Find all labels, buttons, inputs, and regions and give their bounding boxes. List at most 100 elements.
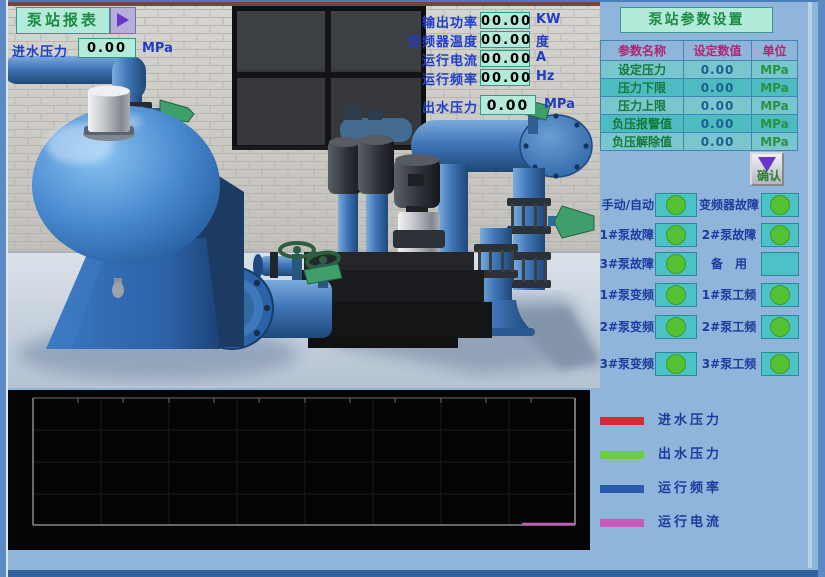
indicator-label-pump2-vfd: 2#泵变频 bbox=[594, 315, 654, 339]
col-header-name: 参数名称 bbox=[601, 41, 684, 61]
indicator-label-spare: 备 用 bbox=[698, 252, 760, 276]
param-value-input[interactable]: 0.00 bbox=[684, 133, 752, 151]
status-lamp bbox=[666, 354, 686, 374]
tank-top-cylinder bbox=[83, 86, 135, 142]
param-name: 设定压力 bbox=[601, 61, 684, 79]
param-name: 负压解除值 bbox=[601, 133, 684, 151]
trend-chart bbox=[8, 390, 590, 550]
outlet-pressure-unit: MPa bbox=[544, 97, 575, 112]
indicator-label-pump1-fault: 1#泵故障 bbox=[594, 223, 654, 247]
output-power-label: 输出功率 bbox=[338, 12, 478, 31]
param-unit: MPa bbox=[752, 133, 798, 151]
status-lamp bbox=[770, 225, 790, 245]
legend-label: 出水压力 bbox=[658, 446, 722, 464]
status-lamp bbox=[666, 254, 686, 274]
indicator-lamp-vfd-fault bbox=[761, 193, 799, 217]
param-unit: MPa bbox=[752, 79, 798, 97]
status-lamp bbox=[770, 285, 790, 305]
indicator-lamp-pump1-mains bbox=[761, 283, 799, 307]
settings-title: 泵站参数设置 bbox=[620, 7, 773, 33]
confirm-button-label: 确认 bbox=[757, 167, 781, 184]
indicator-lamp-spare bbox=[761, 252, 799, 276]
frame-border-left bbox=[0, 0, 8, 577]
run-frequency-value: 00.00 bbox=[480, 69, 530, 86]
indicator-label-pump2-mains: 2#泵工频 bbox=[698, 315, 760, 339]
output-power-unit: KW bbox=[536, 12, 560, 27]
indicator-lamp-pump2-vfd bbox=[655, 315, 697, 339]
status-lamp bbox=[666, 195, 686, 215]
inverter-temp-label: 变频器温度 bbox=[338, 31, 478, 50]
play-right-icon bbox=[117, 13, 129, 27]
col-header-value: 设定数值 bbox=[684, 41, 752, 61]
inverter-temp-unit: 度 bbox=[536, 31, 549, 50]
run-current-unit: A bbox=[536, 50, 546, 65]
indicator-lamp-pump3-mains bbox=[761, 352, 799, 376]
param-value-input[interactable]: 0.00 bbox=[684, 115, 752, 133]
legend-color-run-current bbox=[600, 519, 644, 527]
param-value-input[interactable]: 0.00 bbox=[684, 61, 752, 79]
status-lamp bbox=[666, 285, 686, 305]
indicator-lamp-pump1-vfd bbox=[655, 283, 697, 307]
indicator-label-pump2-fault: 2#泵故障 bbox=[698, 223, 760, 247]
parameter-table: 参数名称 设定数值 单位 设定压力 0.00 MPa 压力下限 0.00 MPa… bbox=[600, 40, 798, 151]
indicator-label-pump3-mains: 3#泵工频 bbox=[698, 352, 760, 376]
output-power-value: 00.00 bbox=[480, 12, 530, 29]
chart-grid bbox=[33, 398, 575, 525]
indicator-label-auto-manual: 手动/自动 bbox=[594, 193, 654, 217]
legend-label: 运行频率 bbox=[658, 480, 722, 498]
run-frequency-label: 运行频率 bbox=[338, 69, 478, 88]
run-current-label: 运行电流 bbox=[338, 50, 478, 69]
param-name: 负压报警值 bbox=[601, 115, 684, 133]
outlet-pressure-value: 0.00 bbox=[480, 95, 536, 115]
report-button[interactable]: 泵站报表 bbox=[16, 7, 110, 34]
run-frequency-unit: Hz bbox=[536, 69, 554, 84]
param-value-input[interactable]: 0.00 bbox=[684, 97, 752, 115]
legend-label: 运行电流 bbox=[658, 514, 722, 532]
table-row: 负压报警值 0.00 MPa bbox=[601, 115, 798, 133]
run-current-value: 00.00 bbox=[480, 50, 530, 67]
trend-chart-plot bbox=[8, 390, 590, 550]
report-arrow-button[interactable] bbox=[110, 7, 136, 34]
table-row: 设定压力 0.00 MPa bbox=[601, 61, 798, 79]
indicator-label-pump3-fault: 3#泵故障 bbox=[594, 252, 654, 276]
outlet-pressure-label: 出水压力 bbox=[338, 97, 478, 116]
indicator-lamp-pump3-fault bbox=[655, 252, 697, 276]
frame-border-bottom bbox=[0, 570, 825, 577]
hmi-screen: 泵站报表 进水压力 0.00 MPa 输出功率 00.00 KW 变频器温度 0… bbox=[0, 0, 825, 577]
indicator-lamp-pump1-fault bbox=[655, 223, 697, 247]
inlet-pressure-value: 0.00 bbox=[78, 38, 136, 58]
param-unit: MPa bbox=[752, 115, 798, 133]
status-lamp bbox=[666, 225, 686, 245]
status-lamp bbox=[666, 317, 686, 337]
status-lamp bbox=[770, 354, 790, 374]
legend-color-run-frequency bbox=[600, 485, 644, 493]
status-lamp bbox=[770, 195, 790, 215]
indicator-lamp-pump2-mains bbox=[761, 315, 799, 339]
col-header-unit: 单位 bbox=[752, 41, 798, 61]
frame-border-top bbox=[0, 0, 825, 2]
indicator-lamp-pump3-vfd bbox=[655, 352, 697, 376]
table-row: 压力上限 0.00 MPa bbox=[601, 97, 798, 115]
inlet-pressure-unit: MPa bbox=[142, 41, 173, 56]
param-value-input[interactable]: 0.00 bbox=[684, 79, 752, 97]
table-row: 负压解除值 0.00 MPa bbox=[601, 133, 798, 151]
inlet-pressure-label: 进水压力 bbox=[12, 41, 68, 60]
param-unit: MPa bbox=[752, 97, 798, 115]
settings-panel: 泵站参数设置 参数名称 设定数值 单位 设定压力 0.00 MPa 压力下限 0… bbox=[600, 0, 817, 570]
indicator-lamp-pump2-fault bbox=[761, 223, 799, 247]
confirm-button[interactable]: 确认 bbox=[750, 152, 784, 186]
table-header-row: 参数名称 设定数值 单位 bbox=[601, 41, 798, 61]
pump-station-3d-view: 泵站报表 进水压力 0.00 MPa 输出功率 00.00 KW 变频器温度 0… bbox=[8, 2, 600, 388]
indicator-label-vfd-fault: 变频器故障 bbox=[698, 193, 760, 217]
param-name: 压力上限 bbox=[601, 97, 684, 115]
legend-label: 进水压力 bbox=[658, 412, 722, 430]
legend-color-inlet-pressure bbox=[600, 417, 644, 425]
indicator-label-pump1-mains: 1#泵工频 bbox=[698, 283, 760, 307]
status-lamp bbox=[770, 317, 790, 337]
frame-border-right bbox=[818, 0, 825, 577]
indicator-label-pump3-vfd: 3#泵变频 bbox=[594, 352, 654, 376]
param-name: 压力下限 bbox=[601, 79, 684, 97]
indicator-lamp-auto-manual bbox=[655, 193, 697, 217]
table-row: 压力下限 0.00 MPa bbox=[601, 79, 798, 97]
indicator-label-pump1-vfd: 1#泵变频 bbox=[594, 283, 654, 307]
